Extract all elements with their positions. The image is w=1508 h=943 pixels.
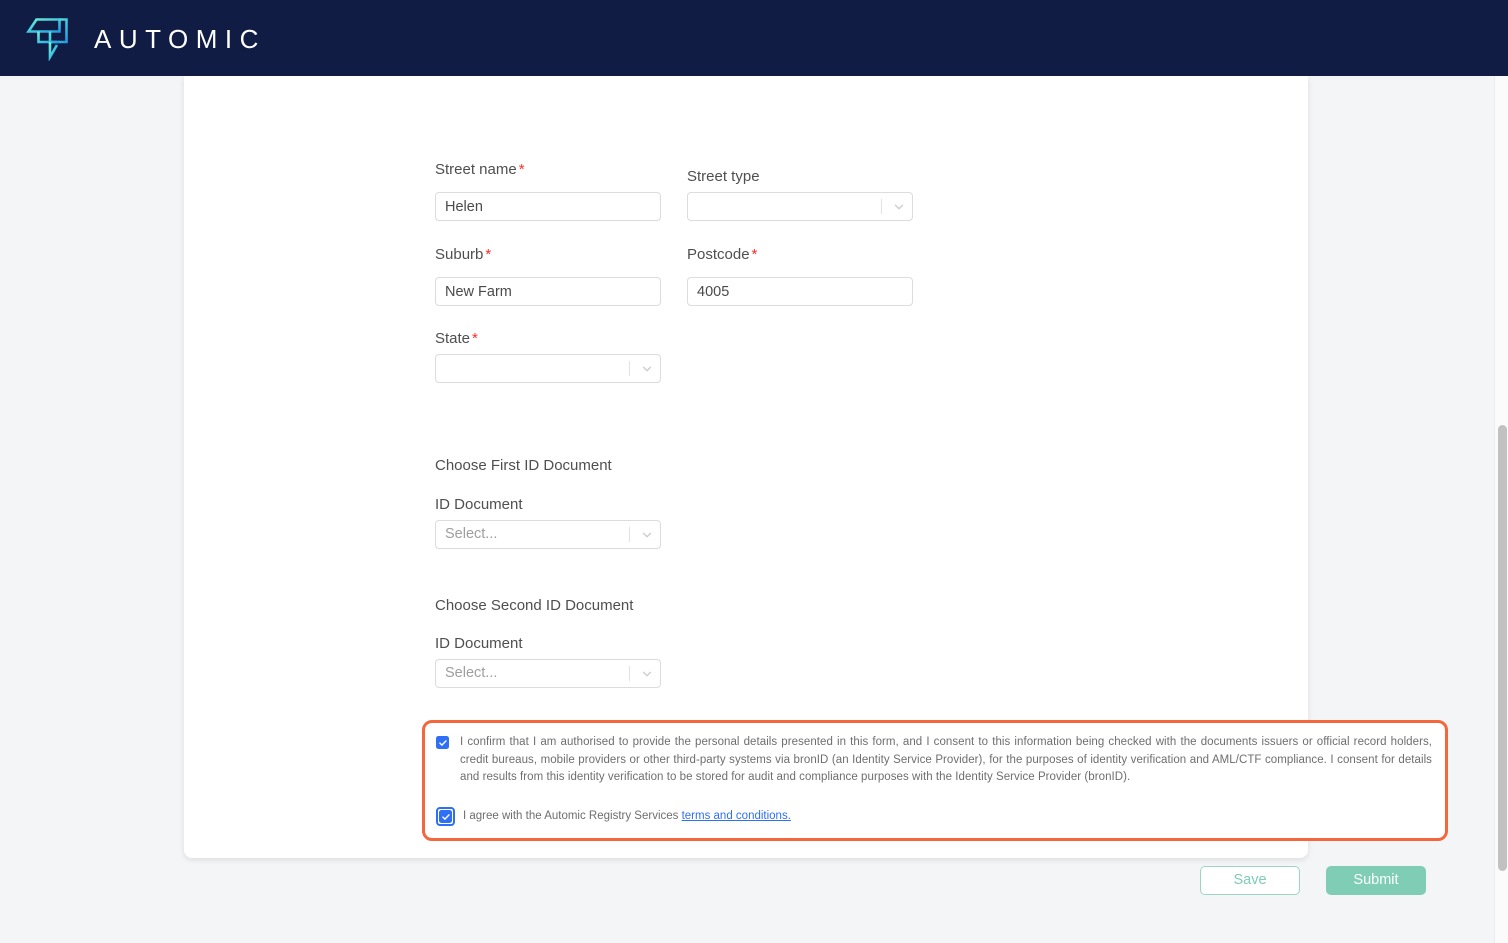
chevron-down-icon[interactable] bbox=[886, 200, 912, 214]
consent-text-2-prefix: I agree with the Automic Registry Servic… bbox=[463, 809, 682, 822]
consent-text-2: I agree with the Automic Registry Servic… bbox=[455, 809, 791, 823]
vertical-scrollbar-thumb[interactable] bbox=[1498, 425, 1507, 871]
consent-item-2: I agree with the Automic Registry Servic… bbox=[436, 807, 1432, 826]
terms-and-conditions-link[interactable]: terms and conditions. bbox=[682, 810, 791, 822]
select-divider bbox=[881, 199, 882, 214]
brand-name: AUTOMIC bbox=[94, 24, 266, 54]
automic-logo-icon bbox=[26, 15, 72, 61]
postcode-input[interactable] bbox=[687, 277, 913, 306]
second-id-document-select-value: Select... bbox=[445, 666, 498, 681]
state-label: State * bbox=[435, 331, 478, 346]
identity-form-card: Street name* Street type Suburb* Po bbox=[184, 76, 1448, 895]
save-button[interactable]: Save bbox=[1200, 866, 1300, 895]
suburb-label: Suburb * bbox=[435, 247, 491, 262]
chevron-down-icon[interactable] bbox=[634, 362, 660, 376]
consent-highlight-box: I confirm that I am authorised to provid… bbox=[422, 720, 1448, 841]
consent-item-1: I confirm that I am authorised to provid… bbox=[436, 734, 1432, 787]
app-header: AUTOMIC bbox=[0, 0, 1508, 76]
street-name-label: Street name * bbox=[435, 162, 525, 177]
first-id-document-select-value: Select... bbox=[445, 527, 498, 542]
submit-button[interactable]: Submit bbox=[1326, 866, 1426, 895]
required-asterisk: * bbox=[485, 246, 492, 263]
consent-text-1: I confirm that I am authorised to provid… bbox=[460, 736, 1432, 783]
required-asterisk: * bbox=[751, 246, 758, 263]
first-id-document-label: ID Document bbox=[435, 496, 523, 513]
postcode-label: Postcode * bbox=[687, 247, 757, 262]
select-divider bbox=[629, 527, 630, 542]
state-select[interactable] bbox=[435, 354, 661, 383]
street-type-select[interactable] bbox=[687, 192, 913, 221]
chevron-down-icon[interactable] bbox=[634, 667, 660, 681]
chevron-down-icon[interactable] bbox=[634, 528, 660, 542]
second-id-document-select[interactable]: Select... bbox=[435, 659, 661, 688]
street-type-label-text: Street type bbox=[687, 168, 760, 185]
street-name-input[interactable] bbox=[435, 192, 661, 221]
brand-logo[interactable]: AUTOMIC bbox=[26, 15, 266, 61]
required-asterisk: * bbox=[518, 161, 525, 178]
second-id-document-label: ID Document bbox=[435, 635, 523, 652]
consent-checkbox-1[interactable] bbox=[436, 736, 449, 749]
select-divider bbox=[629, 666, 630, 681]
select-divider bbox=[629, 361, 630, 376]
required-asterisk: * bbox=[472, 330, 478, 347]
consent-checkbox-2[interactable] bbox=[439, 810, 452, 823]
vertical-scrollbar-track[interactable] bbox=[1494, 76, 1508, 943]
page-scroll-area: Street name* Street type Suburb* Po bbox=[0, 76, 1494, 943]
suburb-input[interactable] bbox=[435, 277, 661, 306]
street-name-label-text: Street name bbox=[435, 161, 517, 178]
second-id-section-heading: Choose Second ID Document bbox=[435, 597, 634, 614]
first-id-section-heading: Choose First ID Document bbox=[435, 457, 612, 474]
postcode-label-text: Postcode bbox=[687, 246, 750, 263]
street-type-label: Street type bbox=[687, 169, 760, 184]
suburb-label-text: Suburb bbox=[435, 246, 484, 263]
state-label-text: State bbox=[435, 330, 471, 347]
first-id-document-select[interactable]: Select... bbox=[435, 520, 661, 549]
consent-checkbox-2-focus-ring[interactable] bbox=[436, 807, 455, 826]
